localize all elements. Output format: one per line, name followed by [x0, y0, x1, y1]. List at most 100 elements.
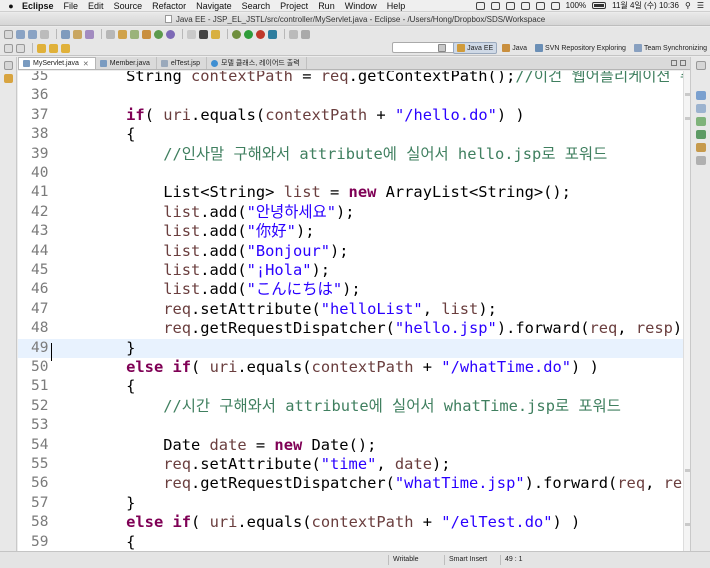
code-line[interactable]: 44 list.add("Bonjour"); [18, 242, 683, 261]
open-perspective-icon[interactable] [435, 43, 451, 53]
perspective-java[interactable]: Java [499, 43, 530, 53]
new-class-icon[interactable] [154, 29, 163, 39]
code-line[interactable]: 56 req.getRequestDispatcher("whatTime.js… [18, 474, 683, 493]
code-line[interactable]: 48 req.getRequestDispatcher("hello.jsp")… [18, 319, 683, 338]
code-line[interactable]: 37 if( uri.equals(contextPath + "/hello.… [18, 106, 683, 125]
code-line[interactable]: 57 } [18, 494, 683, 513]
code-line[interactable]: 35 String contextPath = req.getContextPa… [18, 71, 683, 86]
save-all-icon[interactable] [28, 29, 37, 39]
code-line[interactable]: 40 [18, 164, 683, 183]
code-line[interactable]: 39 //인사말 구해와서 attribute에 실어서 hello.jsp로 … [18, 145, 683, 164]
app-status-icon[interactable] [505, 1, 515, 10]
run-icon[interactable] [244, 29, 253, 39]
task-list-icon[interactable] [696, 104, 706, 113]
open-type-icon[interactable] [118, 29, 127, 39]
code-line[interactable]: 45 list.add("¡Hola"); [18, 261, 683, 280]
menubar-clock[interactable]: 11월 4일 (수) 10:36 [612, 0, 679, 11]
debug-icon[interactable] [232, 29, 241, 39]
app-menu[interactable]: Eclipse [22, 1, 54, 11]
code-line[interactable]: 46 list.add("こんにちは"); [18, 280, 683, 299]
code-line[interactable]: 38 { [18, 125, 683, 144]
apple-icon[interactable]: ● [4, 1, 18, 11]
menu-window[interactable]: Window [345, 1, 377, 11]
menu-file[interactable]: File [64, 1, 79, 11]
restore-view-icon[interactable] [4, 61, 13, 70]
code-line[interactable]: 55 req.setAttribute("time", date); [18, 455, 683, 474]
perspective-svn[interactable]: SVN Repository Exploring [532, 43, 629, 53]
input-source-icon[interactable] [550, 1, 560, 10]
outline-icon[interactable] [696, 91, 706, 100]
coverage-icon[interactable] [268, 29, 277, 39]
close-icon[interactable]: ✕ [83, 60, 89, 68]
maximize-icon[interactable] [680, 60, 686, 66]
database-icon[interactable] [73, 29, 82, 39]
status-insert-mode[interactable]: Smart Insert [444, 555, 500, 565]
run-external-icon[interactable] [256, 29, 265, 39]
problems-icon[interactable] [696, 156, 706, 165]
package-explorer-icon[interactable] [4, 74, 13, 83]
open-task-icon[interactable] [130, 29, 139, 39]
code-line[interactable]: 58 else if( uri.equals(contextPath + "/e… [18, 513, 683, 532]
tab-eltest-jsp[interactable]: elTest.jsp [157, 57, 208, 69]
server-icon[interactable] [61, 29, 70, 39]
dropbox-icon[interactable] [475, 1, 485, 10]
tab-model-class[interactable]: 모델 클래스, 레이어드 출력 [207, 57, 307, 69]
menu-refactor[interactable]: Refactor [152, 1, 186, 11]
code-line[interactable]: 59 { [18, 533, 683, 551]
menu-navigate[interactable]: Navigate [196, 1, 232, 11]
java-file-icon [99, 59, 107, 67]
forward-icon[interactable] [61, 43, 70, 53]
wifi-icon[interactable] [520, 1, 530, 10]
console-icon[interactable] [696, 143, 706, 152]
code-line[interactable]: 47 req.setAttribute("helloList", list); [18, 300, 683, 319]
code-editor[interactable]: 35 String contextPath = req.getContextPa… [18, 71, 683, 551]
code-line[interactable]: 42 list.add("안녕하세요"); [18, 203, 683, 222]
code-text: List<String> list = new ArrayList<String… [52, 183, 571, 202]
code-line[interactable]: 49 } [18, 338, 683, 358]
menu-help[interactable]: Help [387, 1, 406, 11]
next-annotation-icon[interactable] [4, 43, 13, 53]
menu-search[interactable]: Search [242, 1, 271, 11]
code-line[interactable]: 50 else if( uri.equals(contextPath + "/w… [18, 358, 683, 377]
display-icon[interactable] [490, 1, 500, 10]
code-line[interactable]: 43 list.add("你好"); [18, 222, 683, 241]
overview-ruler[interactable] [683, 71, 690, 551]
annotation-icon[interactable] [289, 29, 298, 39]
new-icon[interactable] [4, 29, 13, 39]
save-icon[interactable] [16, 29, 25, 39]
search-tool-icon[interactable] [211, 29, 220, 39]
code-line[interactable]: 51 { [18, 377, 683, 396]
new-package-icon[interactable] [142, 29, 151, 39]
code-line[interactable]: 36 [18, 86, 683, 105]
new-interface-icon[interactable] [166, 29, 175, 39]
servers-icon[interactable] [696, 130, 706, 139]
pin-icon[interactable] [301, 29, 310, 39]
battery-icon[interactable] [592, 2, 607, 9]
perspective-java-ee[interactable]: Java EE [453, 42, 498, 54]
code-line[interactable]: 41 List<String> list = new ArrayList<Str… [18, 183, 683, 202]
team-icon[interactable] [85, 29, 94, 39]
perspective-team-sync[interactable]: Team Synchronizing [631, 43, 710, 53]
print-icon[interactable] [40, 29, 49, 39]
palette-icon[interactable] [696, 117, 706, 126]
code-line[interactable]: 54 Date date = new Date(); [18, 436, 683, 455]
restore-view-icon[interactable] [696, 61, 706, 70]
code-line[interactable]: 53 [18, 416, 683, 435]
build-icon[interactable] [106, 29, 115, 39]
terminal-icon[interactable] [199, 29, 208, 39]
minimize-icon[interactable] [671, 60, 677, 66]
menu-source[interactable]: Source [114, 1, 143, 11]
menu-project[interactable]: Project [280, 1, 308, 11]
menu-run[interactable]: Run [318, 1, 335, 11]
volume-icon[interactable] [535, 1, 545, 10]
open-file-icon[interactable] [187, 29, 196, 39]
back-icon[interactable] [49, 43, 58, 53]
tab-myservlet-java[interactable]: MyServlet.java ✕ [18, 57, 96, 69]
prev-annotation-icon[interactable] [16, 43, 25, 53]
menu-edit[interactable]: Edit [88, 1, 104, 11]
search-icon[interactable]: ⚲ [685, 1, 691, 10]
last-edit-icon[interactable] [37, 43, 46, 53]
code-line[interactable]: 52 //시간 구해와서 attribute에 실어서 whatTime.jsp… [18, 397, 683, 416]
tab-member-java[interactable]: Member.java [96, 57, 157, 69]
list-icon[interactable]: ☰ [697, 1, 704, 10]
